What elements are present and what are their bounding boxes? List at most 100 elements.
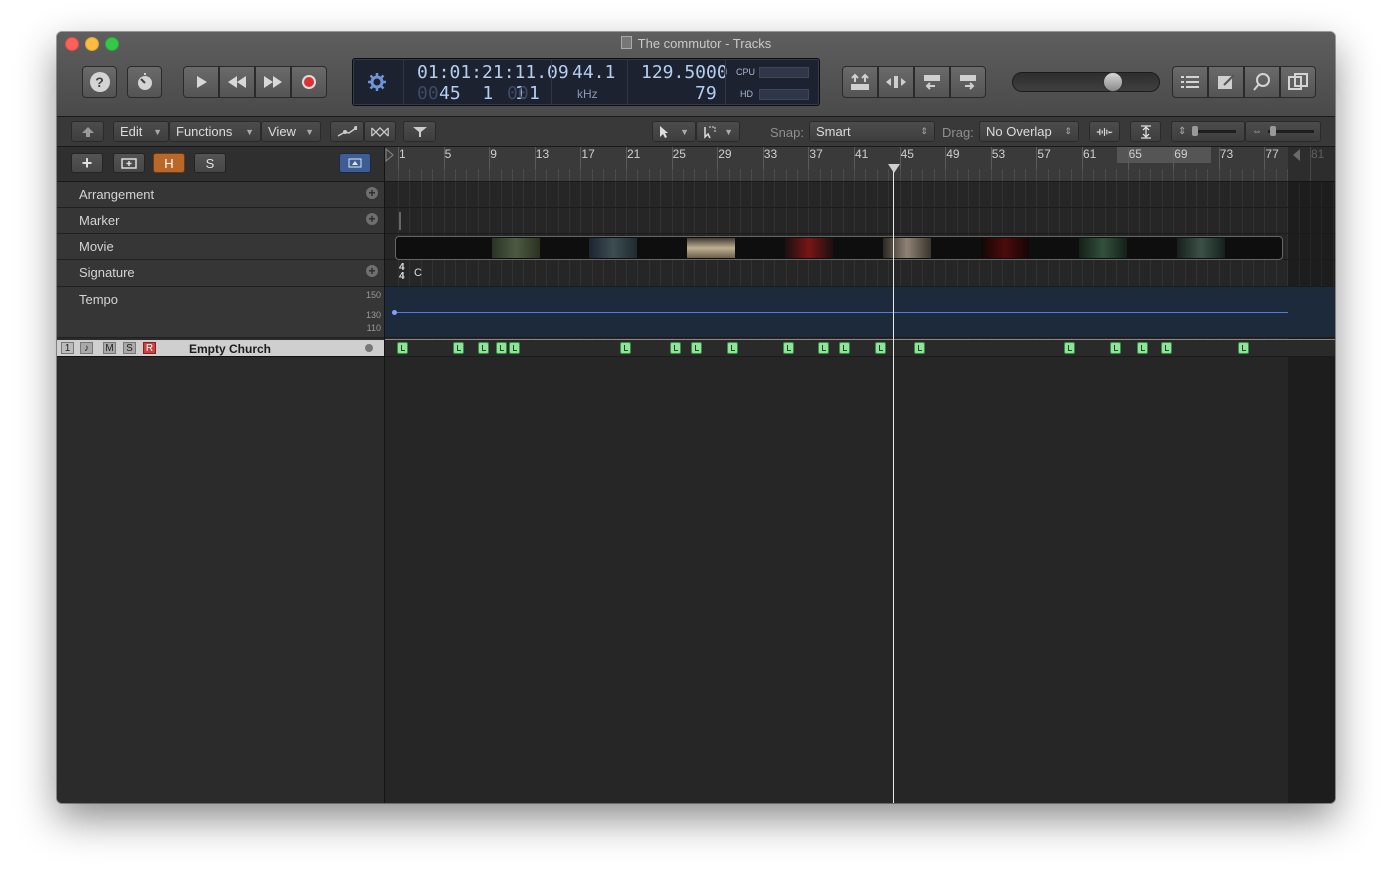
move-left-button[interactable] [914, 66, 950, 98]
loop-browser-button[interactable] [1244, 66, 1280, 98]
position-ticks[interactable]: 1 [529, 83, 540, 104]
rewind-button[interactable] [219, 66, 255, 98]
add-plus-icon[interactable]: + [366, 265, 378, 277]
global-track-arrangement[interactable]: Arrangement + [57, 182, 384, 208]
tempo-point[interactable] [392, 310, 397, 315]
move-right-button[interactable] [950, 66, 986, 98]
midi-region[interactable] [1110, 342, 1121, 354]
global-track-movie[interactable]: Movie [57, 234, 384, 260]
midi-region[interactable] [1064, 342, 1075, 354]
tempo-line[interactable] [394, 312, 1288, 313]
tempo-lane[interactable] [385, 287, 1335, 338]
midi-region[interactable] [478, 342, 489, 354]
catch-button[interactable] [403, 121, 436, 142]
catch-icon [412, 126, 427, 137]
midi-region[interactable] [875, 342, 886, 354]
midi-region[interactable] [839, 342, 850, 354]
smart-controls-button[interactable] [127, 66, 162, 98]
up-button[interactable] [71, 121, 104, 142]
add-plus-icon[interactable]: + [366, 187, 378, 199]
left-click-tool-menu[interactable]: ▼ [652, 121, 696, 142]
ruler-bar-number: 77 [1265, 147, 1279, 161]
tracks-area[interactable]: 1 5 9 13 17 21 25 29 33 37 41 45 49 53 57 61 65 69 73 77 81 … [385, 147, 1335, 803]
functions-menu[interactable]: Functions ▼ [169, 121, 261, 142]
bar-ruler[interactable]: 1 5 9 13 17 21 25 29 33 37 41 45 49 53 57 61 65 69 73 77 81 [385, 147, 1335, 182]
movie-frame-thumbnail [785, 238, 833, 258]
midi-region[interactable] [670, 342, 681, 354]
global-tracks-toggle[interactable] [339, 153, 371, 173]
nudge-up-button[interactable] [842, 66, 878, 98]
midi-region[interactable] [397, 342, 408, 354]
midi-region[interactable] [1161, 342, 1172, 354]
drag-select[interactable]: No Overlap ⇕ [979, 121, 1079, 142]
horizontal-zoom-slider[interactable]: ⇔ [1245, 121, 1321, 142]
track-header-empty-church[interactable]: 1 ♪ M S R Empty Church [57, 340, 384, 357]
gear-icon[interactable] [367, 72, 387, 92]
solo-button[interactable]: S [123, 342, 136, 354]
midi-region[interactable] [496, 342, 507, 354]
ruler-subtick [1150, 169, 1152, 181]
key-signature[interactable]: C [414, 267, 422, 279]
snap-select[interactable]: Smart ⇕ [809, 121, 935, 142]
empty-church-lane[interactable] [385, 339, 1335, 357]
midi-region[interactable] [620, 342, 631, 354]
track-name[interactable]: Empty Church [189, 342, 271, 356]
master-volume-knob[interactable] [1103, 72, 1123, 92]
track-volume-icon[interactable] [365, 344, 373, 352]
view-menu[interactable]: View ▼ [261, 121, 321, 142]
waveform-zoom-button[interactable] [1089, 121, 1120, 142]
record-button[interactable] [291, 66, 327, 98]
vertical-zoom-slider[interactable]: ⇕ [1171, 121, 1245, 142]
global-track-tempo[interactable]: Tempo 150 130 110 [57, 287, 384, 338]
time-signature[interactable]: 4 4 [399, 263, 405, 282]
edit-menu[interactable]: Edit ▼ [113, 121, 169, 142]
global-track-signature[interactable]: Signature + [57, 260, 384, 287]
lcd-display[interactable]: 01:01:21:11.09 00 45 1 1 00 1 44.1 kHz 1… [352, 58, 820, 106]
command-click-tool-menu[interactable]: ▼ [696, 121, 740, 142]
ruler-start-icon [385, 147, 394, 163]
fast-forward-button[interactable] [255, 66, 291, 98]
ruler-subtick [1184, 169, 1186, 181]
record-enable-button[interactable]: R [143, 342, 156, 354]
midi-region[interactable] [727, 342, 738, 354]
mute-button[interactable]: M [103, 342, 116, 354]
midi-region[interactable] [914, 342, 925, 354]
midi-region[interactable] [783, 342, 794, 354]
global-track-marker[interactable]: Marker + [57, 208, 384, 234]
master-volume-slider[interactable] [1012, 72, 1160, 92]
playhead-handle[interactable] [888, 164, 900, 173]
playhead[interactable] [893, 165, 894, 803]
browsers-button[interactable] [1280, 66, 1316, 98]
solo-global-button[interactable]: S [194, 153, 226, 173]
note-pad-button[interactable] [1208, 66, 1244, 98]
ruler-bar-number: 33 [763, 147, 778, 161]
add-track-button[interactable]: + [71, 153, 103, 173]
snap-label: Snap: [770, 125, 804, 140]
ruler-subtick [1082, 169, 1083, 181]
add-plus-icon[interactable]: + [366, 213, 378, 225]
ruler-subtick [512, 169, 513, 181]
list-editors-button[interactable] [1172, 66, 1208, 98]
midi-region[interactable] [453, 342, 464, 354]
ruler-subtick [1116, 169, 1118, 181]
midi-region[interactable] [818, 342, 829, 354]
marker-lane[interactable] [385, 208, 1335, 234]
position-time[interactable]: 01:01:21:11.09 [417, 62, 569, 83]
midi-region[interactable] [691, 342, 702, 354]
new-folder-button[interactable] [113, 153, 145, 173]
vertical-fit-button[interactable] [1130, 121, 1161, 142]
movie-lane[interactable] [385, 234, 1335, 260]
movie-thumbnails[interactable] [395, 236, 1283, 260]
signature-lane[interactable]: 4 4 C [385, 260, 1335, 287]
arrangement-lane[interactable] [385, 182, 1335, 208]
play-button[interactable] [183, 66, 219, 98]
flex-button[interactable] [364, 121, 396, 142]
hide-button[interactable]: H [153, 153, 185, 173]
midi-region[interactable] [509, 342, 520, 354]
tempo-value[interactable]: 129.5000 [641, 62, 728, 83]
midi-region[interactable] [1238, 342, 1249, 354]
quick-help-button[interactable]: ? [82, 66, 117, 98]
split-button[interactable] [878, 66, 914, 98]
automation-button[interactable] [330, 121, 364, 142]
midi-region[interactable] [1137, 342, 1148, 354]
